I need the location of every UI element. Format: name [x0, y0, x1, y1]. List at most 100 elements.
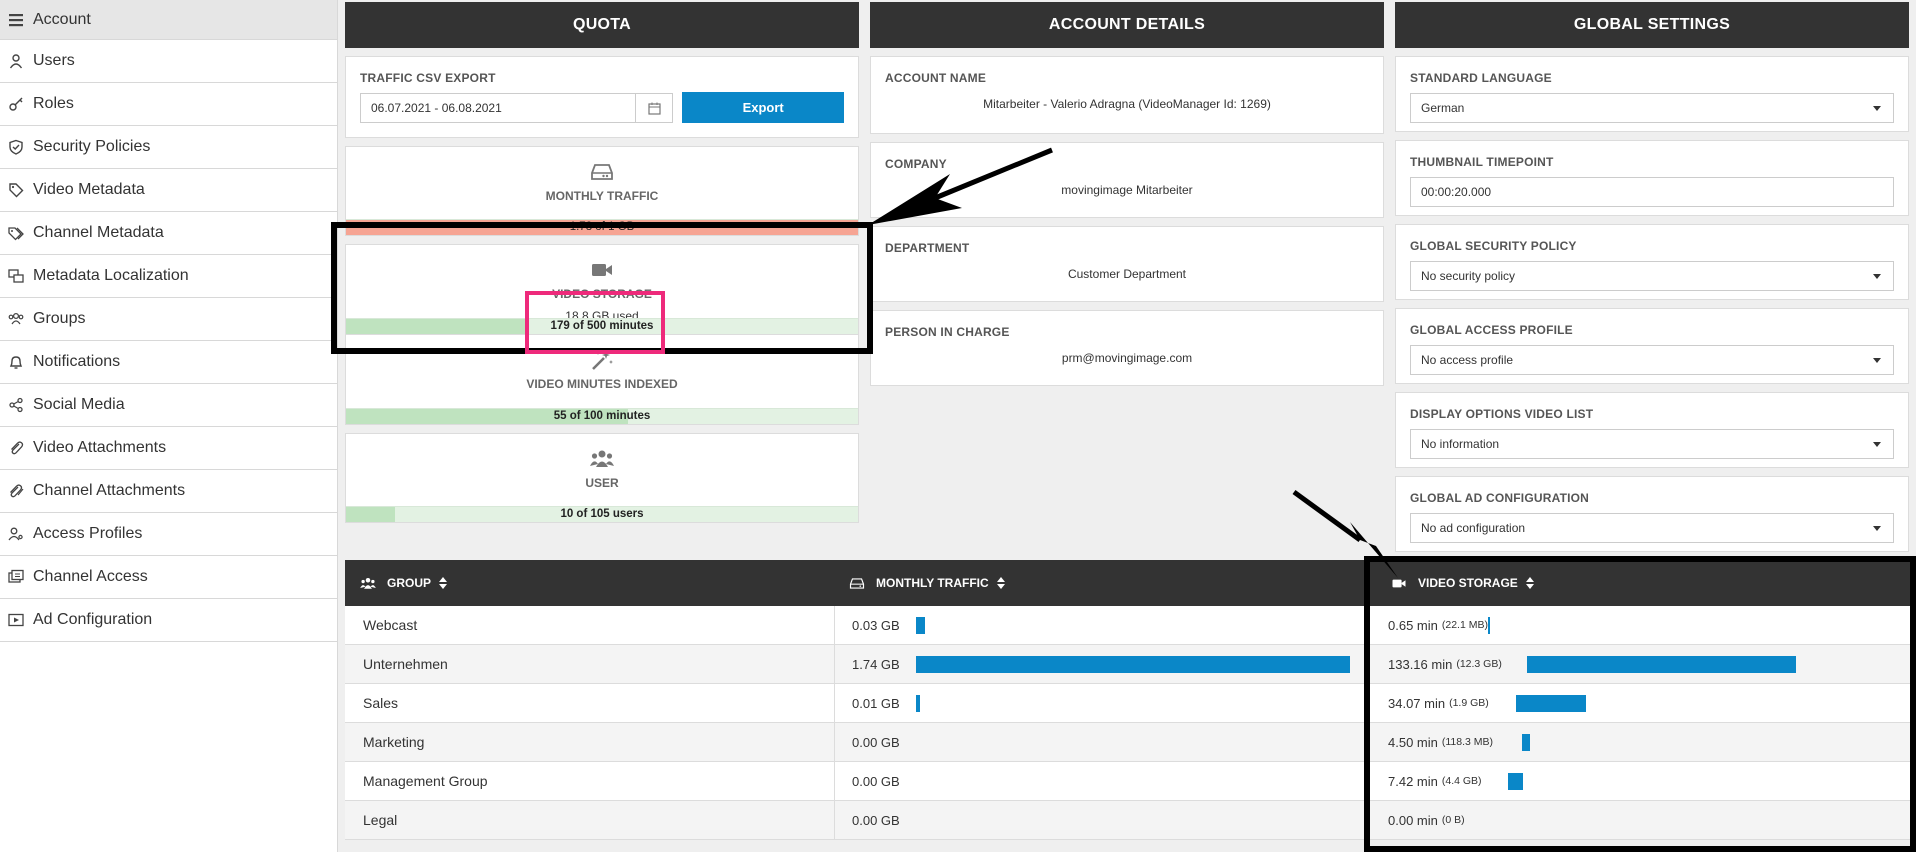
sidebar-item-metadata-localization[interactable]: Metadata Localization — [0, 255, 337, 298]
tag-icon — [6, 182, 26, 198]
sidebar-item-social-media[interactable]: Social Media — [0, 384, 337, 427]
global-security-policy-card: GLOBAL SECURITY POLICY No security polic… — [1395, 224, 1909, 300]
annotation-box-storage-column — [1364, 556, 1916, 852]
account-name-value: Mitarbeiter - Valerio Adragna (VideoMana… — [983, 97, 1271, 111]
account-details-header: ACCOUNT DETAILS — [870, 2, 1384, 48]
bell-icon — [6, 354, 26, 370]
traffic-column-header[interactable]: MONTHLY TRAFFIC — [835, 560, 1367, 606]
user-quota-card: USER 10 of 105 users — [345, 433, 859, 523]
account-icon — [6, 12, 26, 28]
traffic-cell: 0.03 GB — [835, 606, 1367, 644]
department-card: DEPARTMENT Customer Department — [870, 226, 1384, 302]
sidebar-item-label: Metadata Localization — [33, 267, 189, 284]
sidebar-item-label: Users — [33, 52, 75, 69]
export-button[interactable]: Export — [682, 92, 844, 123]
global-ad-configuration-card: GLOBAL AD CONFIGURATION No ad configurat… — [1395, 476, 1909, 552]
users-icon — [590, 450, 614, 467]
thumbnail-timepoint-card: THUMBNAIL TIMEPOINT 00:00:20.000 — [1395, 140, 1909, 216]
thumbnail-timepoint-input[interactable]: 00:00:20.000 — [1410, 177, 1894, 207]
chevron-down-icon — [1873, 526, 1881, 531]
chevron-down-icon — [1873, 274, 1881, 279]
traffic-bar — [916, 617, 925, 634]
thumbnail-timepoint-label: THUMBNAIL TIMEPOINT — [1410, 155, 1554, 169]
sidebar-item-ad-configuration[interactable]: Ad Configuration — [0, 599, 337, 642]
standard-language-select[interactable]: German — [1410, 93, 1894, 123]
group-name: Sales — [345, 684, 835, 722]
global-security-policy-select[interactable]: No security policy — [1410, 261, 1894, 291]
sidebar: Account Users Roles Security Policies Video … — [0, 0, 338, 852]
global-access-profile-label: GLOBAL ACCESS PROFILE — [1410, 323, 1573, 337]
traffic-header-label: MONTHLY TRAFFIC — [876, 576, 989, 590]
group-icon — [6, 311, 26, 327]
traffic-value: 0.01 GB — [852, 695, 900, 711]
user-icon — [6, 53, 26, 69]
display-options-card: DISPLAY OPTIONS VIDEO LIST No informatio… — [1395, 392, 1909, 468]
traffic-value: 1.74 GB — [852, 656, 900, 672]
traffic-value: 0.00 GB — [852, 773, 900, 789]
sort-icon[interactable] — [439, 577, 448, 589]
global-access-profile-value: No access profile — [1421, 353, 1514, 367]
sidebar-item-channel-access[interactable]: Channel Access — [0, 556, 337, 599]
sort-icon[interactable] — [996, 577, 1005, 589]
global-settings-header: GLOBAL SETTINGS — [1395, 2, 1909, 48]
sidebar-item-video-metadata[interactable]: Video Metadata — [0, 169, 337, 212]
sidebar-item-label: Security Policies — [33, 138, 151, 155]
chevron-down-icon — [1873, 358, 1881, 363]
group-name: Management Group — [345, 762, 835, 800]
group-column-header[interactable]: GROUP — [345, 560, 835, 606]
company-card: COMPANY movingimage Mitarbeiter — [870, 142, 1384, 218]
global-settings-column: GLOBAL SETTINGS STANDARD LANGUAGE German… — [1395, 2, 1909, 552]
global-ad-configuration-select[interactable]: No ad configuration — [1410, 513, 1894, 543]
sidebar-item-label: Groups — [33, 310, 86, 327]
user-quota-bar-text: 10 of 105 users — [560, 508, 644, 520]
global-security-policy-label: GLOBAL SECURITY POLICY — [1410, 239, 1577, 253]
sidebar-item-channel-metadata[interactable]: Channel Metadata — [0, 212, 337, 255]
sidebar-item-account[interactable]: Account — [0, 0, 337, 40]
display-options-label: DISPLAY OPTIONS VIDEO LIST — [1410, 407, 1594, 421]
date-range-input[interactable]: 06.07.2021 - 06.08.2021 — [360, 93, 636, 123]
account-details-column: ACCOUNT DETAILS ACCOUNT NAME Mitarbeiter… — [870, 2, 1384, 386]
paperclip-icon — [6, 440, 26, 456]
video-minutes-bar: 55 of 100 minutes — [346, 408, 858, 424]
traffic-bar — [916, 656, 1350, 673]
calendar-button[interactable] — [635, 93, 674, 123]
traffic-value: 0.00 GB — [852, 812, 900, 828]
group-name: Webcast — [345, 606, 835, 644]
channel-access-icon — [6, 569, 26, 585]
sidebar-item-channel-attachments[interactable]: Channel Attachments — [0, 470, 337, 513]
traffic-cell: 0.00 GB — [835, 762, 1367, 800]
global-access-profile-select[interactable]: No access profile — [1410, 345, 1894, 375]
sidebar-item-groups[interactable]: Groups — [0, 298, 337, 341]
group-name: Marketing — [345, 723, 835, 761]
display-options-select[interactable]: No information — [1410, 429, 1894, 459]
csv-export-label: TRAFFIC CSV EXPORT — [360, 71, 496, 85]
quota-header: QUOTA — [345, 2, 859, 48]
sidebar-item-users[interactable]: Users — [0, 40, 337, 83]
chevron-down-icon — [1873, 106, 1881, 111]
standard-language-value: German — [1421, 101, 1465, 115]
video-minutes-bar-text: 55 of 100 minutes — [553, 410, 651, 422]
ad-icon — [6, 612, 26, 628]
csv-export-card: TRAFFIC CSV EXPORT 06.07.2021 - 06.08.20… — [345, 56, 859, 138]
sidebar-item-security-policies[interactable]: Security Policies — [0, 126, 337, 169]
key-icon — [6, 96, 26, 112]
group-name: Legal — [345, 801, 835, 839]
traffic-cell: 0.00 GB — [835, 801, 1367, 839]
standard-language-card: STANDARD LANGUAGE German — [1395, 56, 1909, 132]
sidebar-item-notifications[interactable]: Notifications — [0, 341, 337, 384]
sidebar-item-label: Video Attachments — [33, 439, 167, 456]
sidebar-item-access-profiles[interactable]: Access Profiles — [0, 513, 337, 556]
company-value: movingimage Mitarbeiter — [1061, 183, 1193, 197]
global-ad-configuration-label: GLOBAL AD CONFIGURATION — [1410, 491, 1590, 505]
user-key-icon — [6, 526, 26, 542]
users-icon — [360, 577, 376, 589]
department-value: Customer Department — [1067, 267, 1187, 281]
traffic-cell: 0.00 GB — [835, 723, 1367, 761]
sidebar-item-video-attachments[interactable]: Video Attachments — [0, 427, 337, 470]
monthly-traffic-title: MONTHLY TRAFFIC — [545, 189, 659, 203]
sidebar-item-roles[interactable]: Roles — [0, 83, 337, 126]
traffic-value: 0.03 GB — [852, 617, 900, 633]
sidebar-item-label: Account — [33, 10, 91, 28]
traffic-bar — [916, 695, 920, 712]
hard-drive-icon — [591, 164, 613, 180]
